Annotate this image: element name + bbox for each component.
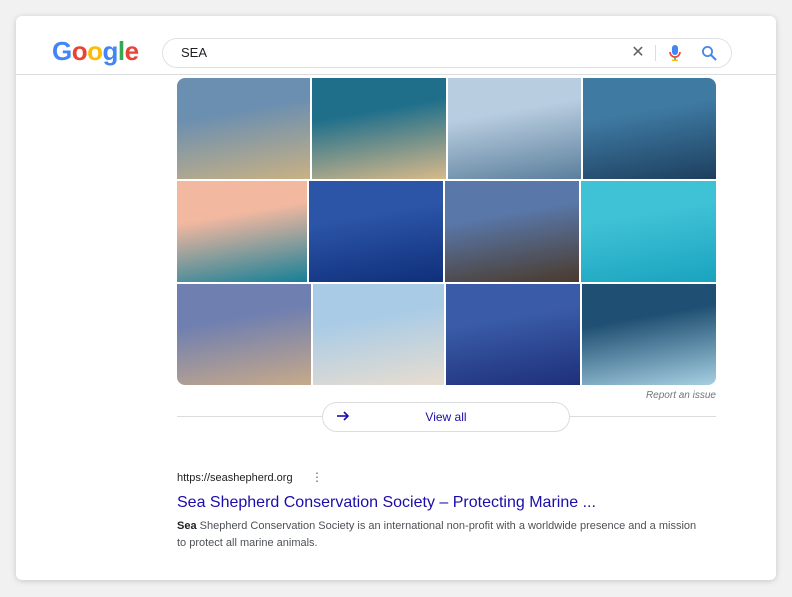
close-icon[interactable]: ✕ (629, 45, 647, 63)
image-tile-coastal-cliff-beach[interactable] (177, 78, 310, 179)
image-tile-sunset-rocky-shore[interactable] (445, 181, 579, 282)
search-divider (655, 45, 656, 61)
logo-letter: l (117, 36, 125, 66)
image-tile-white-surf-shore[interactable] (313, 284, 444, 385)
search-input[interactable] (179, 44, 603, 61)
more-vert-icon[interactable]: ⋮ (311, 470, 323, 484)
image-tile-underwater-sun[interactable] (177, 181, 307, 282)
image-tile-turquoise-shallows[interactable] (581, 181, 716, 282)
browser-page: Google ✕ Report an issue View all (16, 16, 776, 580)
image-tile-aerial-wave-sand[interactable] (312, 78, 446, 179)
logo-letter: G (52, 36, 72, 66)
image-tile-dolphins-underwater[interactable] (583, 78, 716, 179)
logo-letter: o (87, 36, 103, 66)
image-results-grid (177, 78, 716, 385)
microphone-icon[interactable] (667, 44, 683, 62)
search-icon[interactable] (701, 45, 717, 61)
image-tile-calm-sea-horizon[interactable] (448, 78, 581, 179)
search-bar: ✕ (162, 38, 732, 68)
result-snippet: Sea Shepherd Conservation Society is an … (177, 518, 697, 552)
result-url-row: https://seashepherd.org ⋮ (177, 468, 697, 486)
image-tile-beach-dusk-waves[interactable] (177, 284, 311, 385)
logo-letter: e (124, 36, 139, 66)
logo-letter: g (102, 36, 119, 66)
google-logo[interactable]: Google (52, 36, 139, 67)
search-result: https://seashepherd.org ⋮ Sea Shepherd C… (177, 468, 697, 552)
snippet-text: Shepherd Conservation Society is an inte… (177, 520, 697, 549)
logo-letter: o (71, 36, 88, 66)
report-issue-link[interactable]: Report an issue (576, 390, 716, 401)
search-header: Google ✕ (16, 16, 776, 75)
image-tile-deep-blue-water[interactable] (309, 181, 443, 282)
view-all-button[interactable]: View all (322, 402, 570, 432)
view-all-label: View all (425, 410, 467, 424)
snippet-bold: Sea (177, 520, 197, 532)
result-url[interactable]: https://seashepherd.org (177, 472, 293, 484)
image-tile-whale-tail-dusk[interactable] (446, 284, 580, 385)
result-title-link[interactable]: Sea Shepherd Conservation Society – Prot… (177, 494, 697, 512)
image-tile-crashing-wave[interactable] (582, 284, 716, 385)
